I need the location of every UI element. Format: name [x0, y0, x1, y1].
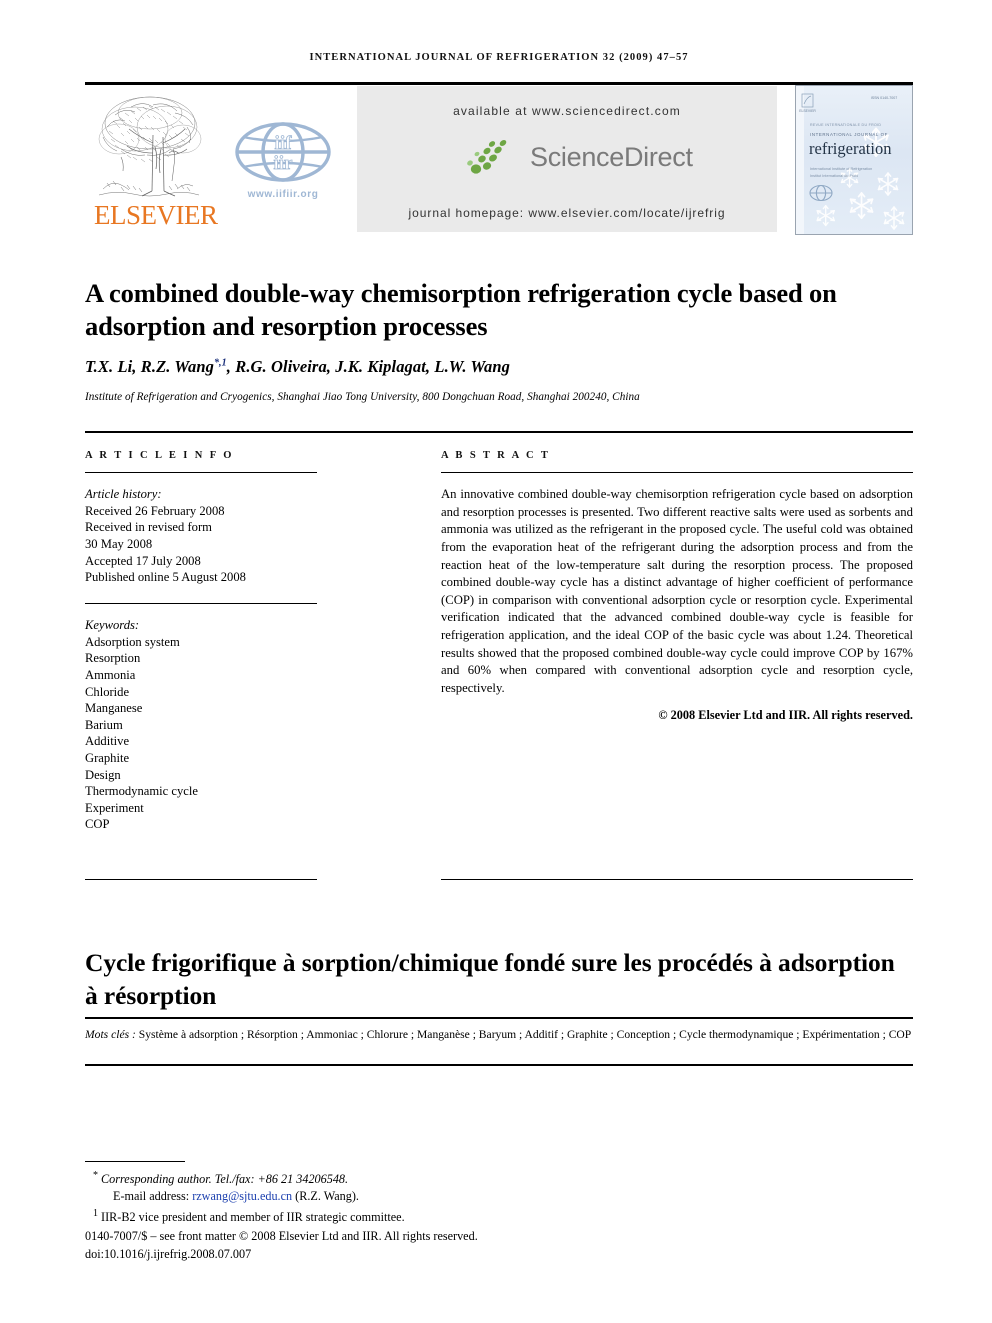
authors-post: , R.G. Oliveira, J.K. Kiplagat, L.W. Wan… — [226, 357, 511, 376]
keyword-item: Ammonia — [85, 668, 136, 683]
elsevier-logo: ELSEVIER — [94, 87, 218, 235]
keywords-rule — [85, 602, 317, 605]
sciencedirect-logo: ScienceDirect — [462, 138, 693, 180]
svg-text:International Institute of Ref: International Institute of Refrigeration — [810, 167, 872, 171]
abstract-rule — [441, 472, 913, 474]
article-info-rule — [85, 472, 317, 474]
affiliation: Institute of Refrigeration and Cryogenic… — [85, 391, 640, 403]
keyword-item: Experiment — [85, 800, 144, 815]
abstract-column: A B S T R A C T An innovative combined d… — [441, 450, 913, 723]
article-info-bottom-rule — [85, 879, 317, 881]
article-info-heading: A R T I C L E I N F O — [85, 450, 234, 461]
footnote-divider — [85, 1161, 185, 1163]
svg-text:Institut International du Froi: Institut International du Froid — [810, 174, 858, 178]
elsevier-wordmark: ELSEVIER — [94, 200, 218, 230]
french-rule-top — [85, 1017, 913, 1019]
paper-page: INTERNATIONAL JOURNAL OF REFRIGERATION 3… — [85, 0, 913, 1323]
iif-url-label: www.iifiir.org — [247, 189, 319, 200]
article-history: Article history: Received 26 February 20… — [85, 486, 317, 586]
keyword-item: Chloride — [85, 684, 130, 699]
abstract-bottom-rule — [441, 879, 913, 881]
svg-text:INTERNATIONAL JOURNAL OF: INTERNATIONAL JOURNAL OF — [810, 132, 888, 137]
abstract-copyright: © 2008 Elsevier Ltd and IIR. All rights … — [658, 708, 913, 723]
masthead: ELSEVIER iif iir www.iifiir.org availabl… — [85, 85, 913, 235]
leaves-icon — [467, 140, 507, 174]
email-suffix: (R.Z. Wang). — [292, 1189, 359, 1204]
history-item: Accepted 17 July 2008 — [85, 553, 201, 568]
doi-line: doi:10.1016/j.ijrefrig.2008.07.007 — [85, 1246, 252, 1261]
history-item: Received 26 February 2008 — [85, 503, 225, 518]
iif-iir-logo: iif iir www.iifiir.org — [223, 117, 343, 207]
french-keywords-text: Système à adsorption ; Résorption ; Ammo… — [138, 1028, 912, 1041]
journal-homepage-label: journal homepage: www.elsevier.com/locat… — [408, 206, 726, 220]
available-at-label: available at www.sciencedirect.com — [453, 104, 681, 118]
svg-text:REVUE INTERNATIONALE DU FROID: REVUE INTERNATIONALE DU FROID — [810, 123, 881, 127]
keyword-item: Graphite — [85, 751, 130, 765]
keyword-item: Barium — [85, 717, 123, 732]
elsevier-tree-icon — [98, 96, 202, 197]
footnote-block: * Corresponding author. Tel./fax: +86 21… — [85, 1167, 705, 1263]
keyword-item: Manganese — [85, 701, 143, 716]
svg-text:ELSEVIER: ELSEVIER — [799, 109, 816, 113]
svg-text:iif: iif — [275, 133, 293, 154]
sciencedirect-wordmark: ScienceDirect — [530, 142, 693, 172]
keyword-item: Design — [85, 767, 121, 782]
history-item: Received in revised form — [85, 520, 212, 535]
article-info-column: A R T I C L E I N F O Article history: R… — [85, 450, 317, 833]
email-label: E-mail address: — [113, 1189, 193, 1204]
corresponding-author-text: Corresponding author. Tel./fax: +86 21 3… — [101, 1172, 349, 1187]
keyword-item: Resorption — [85, 651, 141, 666]
svg-text:iir: iir — [274, 153, 294, 174]
sciencedirect-panel: available at www.sciencedirect.com Scien… — [357, 86, 777, 232]
authors-pre: T.X. Li, R.Z. Wang — [85, 357, 214, 376]
cover-artwork: ELSEVIER ISSN 0140-7007 REVUE INTERNATIO… — [796, 86, 912, 234]
french-keywords-label: Mots clés : — [85, 1028, 139, 1041]
french-rule-bottom — [85, 1064, 913, 1066]
iir-note-text: IIR-B2 vice president and member of IIR … — [101, 1210, 405, 1225]
author-list: T.X. Li, R.Z. Wang*,1, R.G. Oliveira, J.… — [85, 357, 885, 377]
section-rule-top — [85, 431, 913, 433]
page-title: A combined double-way chemisorption refr… — [85, 277, 837, 341]
abstract-heading: A B S T R A C T — [441, 450, 551, 461]
french-keywords: Mots clés : Système à adsorption ; Résor… — [85, 1026, 913, 1043]
abstract-text: An innovative combined double-way chemis… — [441, 487, 913, 695]
keyword-item: Additive — [85, 734, 130, 749]
globe-icon: iif iir — [235, 122, 331, 182]
asterisk-marker: * — [93, 1170, 98, 1181]
keyword-item: Adsorption system — [85, 634, 180, 649]
svg-text:refrigeration: refrigeration — [809, 139, 891, 158]
keywords-label: Keywords: — [85, 618, 140, 633]
keyword-item: COP — [85, 817, 110, 832]
email-note: E-mail address: rzwang@sjtu.edu.cn (R.Z.… — [85, 1188, 705, 1205]
journal-cover-thumbnail: ELSEVIER ISSN 0140-7007 REVUE INTERNATIO… — [795, 85, 913, 235]
email-link[interactable]: rzwang@sjtu.edu.cn — [192, 1189, 292, 1203]
history-label: Article history: — [85, 487, 162, 502]
history-item: 30 May 2008 — [85, 537, 153, 552]
running-head: INTERNATIONAL JOURNAL OF REFRIGERATION 3… — [309, 52, 689, 63]
author-footnote-marks: *,1 — [213, 357, 227, 369]
french-title: Cycle frigorifique à sorption/chimique f… — [85, 948, 895, 1011]
front-matter-line: 0140-7007/$ – see front matter © 2008 El… — [85, 1228, 478, 1243]
keyword-list: Keywords: Adsorption system Resorption A… — [85, 617, 317, 833]
footnote-one-marker: 1 — [93, 1208, 98, 1220]
iir-note: 1 IIR-B2 vice president and member of II… — [85, 1205, 705, 1226]
corresponding-author-note: * Corresponding author. Tel./fax: +86 21… — [85, 1167, 705, 1188]
history-item: Published online 5 August 2008 — [85, 570, 246, 585]
cover-issn: ISSN 0140-7007 — [871, 96, 898, 100]
keyword-item: Thermodynamic cycle — [85, 784, 198, 799]
